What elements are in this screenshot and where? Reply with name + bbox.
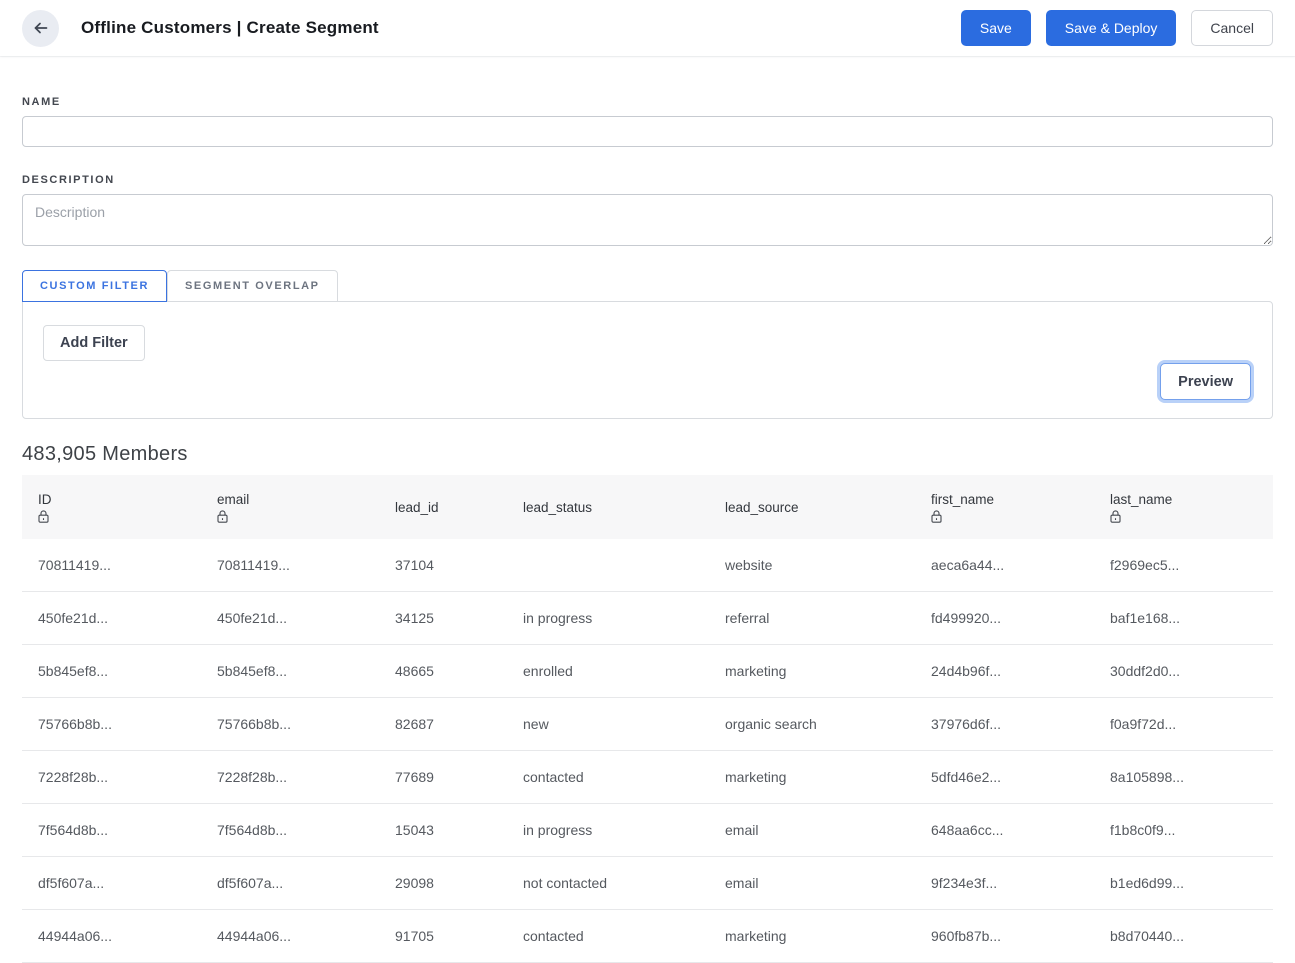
column-label: ID [38,492,52,507]
cell-first_name: fd499920... [915,591,1094,645]
tab-segment-overlap[interactable]: SEGMENT OVERLAP [167,270,338,302]
cell-lead_status: contacted [507,750,709,804]
cell-email: df5f607a... [201,856,379,910]
column-label: lead_source [725,499,799,515]
cell-last_name: 30ddf2d0... [1094,644,1273,698]
column-header-first_name: first_name [915,475,1094,539]
cell-email: 75766b8b... [201,697,379,751]
cell-lead_id: 48665 [379,644,507,698]
cell-id: 7f564d8b... [22,803,201,857]
save-deploy-button[interactable]: Save & Deploy [1045,10,1177,46]
column-label: last_name [1110,492,1173,507]
cell-last_name: baf1e168... [1094,591,1273,645]
column-header-lead_status: lead_status [507,475,709,539]
cell-id: 75766b8b... [22,697,201,751]
cell-last_name: f1b8c0f9... [1094,803,1273,857]
column-label: email [217,492,250,507]
cell-email: 450fe21d... [201,591,379,645]
cell-lead_source: marketing [709,644,915,698]
cell-first_name: aeca6a44... [915,539,1094,592]
cell-last_name: f2969ec5... [1094,539,1273,592]
cell-last_name: b1ed6d99... [1094,856,1273,910]
cell-last_name: f0a9f72d... [1094,697,1273,751]
table-head: ID email lead_id lead_status lead_source firs… [22,475,1273,539]
table-row: 450fe21d... 450fe21d... 34125 in progress re… [22,591,1273,645]
description-input[interactable] [22,194,1273,246]
cell-first_name: 37976d6f... [915,697,1094,751]
table-row: 70811419... 70811419... 37104 website aeca6a… [22,539,1273,592]
page-title: Offline Customers | Create Segment [81,18,379,37]
cell-id: 70811419... [22,539,201,592]
preview-button[interactable]: Preview [1160,363,1251,400]
table-row: 7228f28b... 7228f28b... 77689 contacted mark… [22,750,1273,804]
cell-email: 7f564d8b... [201,803,379,857]
filter-panel: Add Filter Preview [22,301,1273,419]
cell-lead_id: 34125 [379,591,507,645]
cell-id: 7228f28b... [22,750,201,804]
lock-icon [1110,510,1121,523]
table-header-row: ID email lead_id lead_status lead_source firs… [22,475,1273,539]
top-bar: Offline Customers | Create Segment Save … [0,0,1295,56]
cell-first_name: 648aa6cc... [915,803,1094,857]
cell-lead_status: in progress [507,803,709,857]
back-button[interactable] [22,9,59,47]
main-content: NAME DESCRIPTION CUSTOM FILTERSEGMENT OV… [0,96,1295,963]
cell-id: 450fe21d... [22,591,201,645]
column-header-email: email [201,475,379,539]
cell-lead_status [507,539,709,592]
table-row: 7f564d8b... 7f564d8b... 15043 in progress em… [22,803,1273,857]
cell-email: 70811419... [201,539,379,592]
cell-lead_status: in progress [507,591,709,645]
cell-email: 7228f28b... [201,750,379,804]
column-header-last_name: last_name [1094,475,1273,539]
column-header-lead_source: lead_source [709,475,915,539]
cell-last_name: 8a105898... [1094,750,1273,804]
cell-lead_id: 37104 [379,539,507,592]
cell-lead_id: 15043 [379,803,507,857]
cancel-button[interactable]: Cancel [1191,10,1273,46]
lock-icon [217,510,228,523]
cell-first_name: 5dfd46e2... [915,750,1094,804]
cell-id: 5b845ef8... [22,644,201,698]
name-label: NAME [22,96,61,108]
cell-lead_source: website [709,539,915,592]
tabs: CUSTOM FILTER SEGMENT OVERLAP [22,270,1273,302]
table-row: 75766b8b... 75766b8b... 82687 new organic se… [22,697,1273,751]
table-body: 70811419... 70811419... 37104 website aeca6a… [22,539,1273,963]
lock-icon [931,510,942,523]
table-row: 5b845ef8... 5b845ef8... 48665 enrolled marke… [22,644,1273,698]
cell-lead_status: enrolled [507,644,709,698]
members-count-heading: 483,905 Members [22,443,188,465]
cell-lead_source: email [709,856,915,910]
name-input[interactable] [22,116,1273,147]
cell-lead_status: new [507,697,709,751]
tab-custom-filter[interactable]: CUSTOM FILTER [22,270,167,302]
cell-email: 5b845ef8... [201,644,379,698]
cell-lead_source: marketing [709,750,915,804]
members-table: ID email lead_id lead_status lead_source firs… [22,475,1273,963]
column-label: lead_id [395,499,439,515]
cell-lead_id: 29098 [379,856,507,910]
add-filter-button[interactable]: Add Filter [43,325,145,361]
arrow-left-icon [32,19,50,37]
save-button[interactable]: Save [960,10,1031,46]
column-header-lead_id: lead_id [379,475,507,539]
cell-lead_source: email [709,803,915,857]
cell-id: df5f607a... [22,856,201,910]
column-header-id: ID [22,475,201,539]
lock-icon [38,510,49,523]
cell-lead_id: 82687 [379,697,507,751]
cell-first_name: 24d4b96f... [915,644,1094,698]
cell-first_name: 9f234e3f... [915,856,1094,910]
cell-lead_id: 77689 [379,750,507,804]
cell-lead_source: referral [709,591,915,645]
column-label: first_name [931,492,995,507]
topbar-actions: Save Save & Deploy Cancel [960,10,1273,46]
table-row: df5f607a... df5f607a... 29098 not contacted… [22,856,1273,910]
cell-lead_source: organic search [709,697,915,751]
cell-lead_status: not contacted [507,856,709,910]
column-label: lead_status [523,499,593,515]
description-label: DESCRIPTION [22,174,115,186]
